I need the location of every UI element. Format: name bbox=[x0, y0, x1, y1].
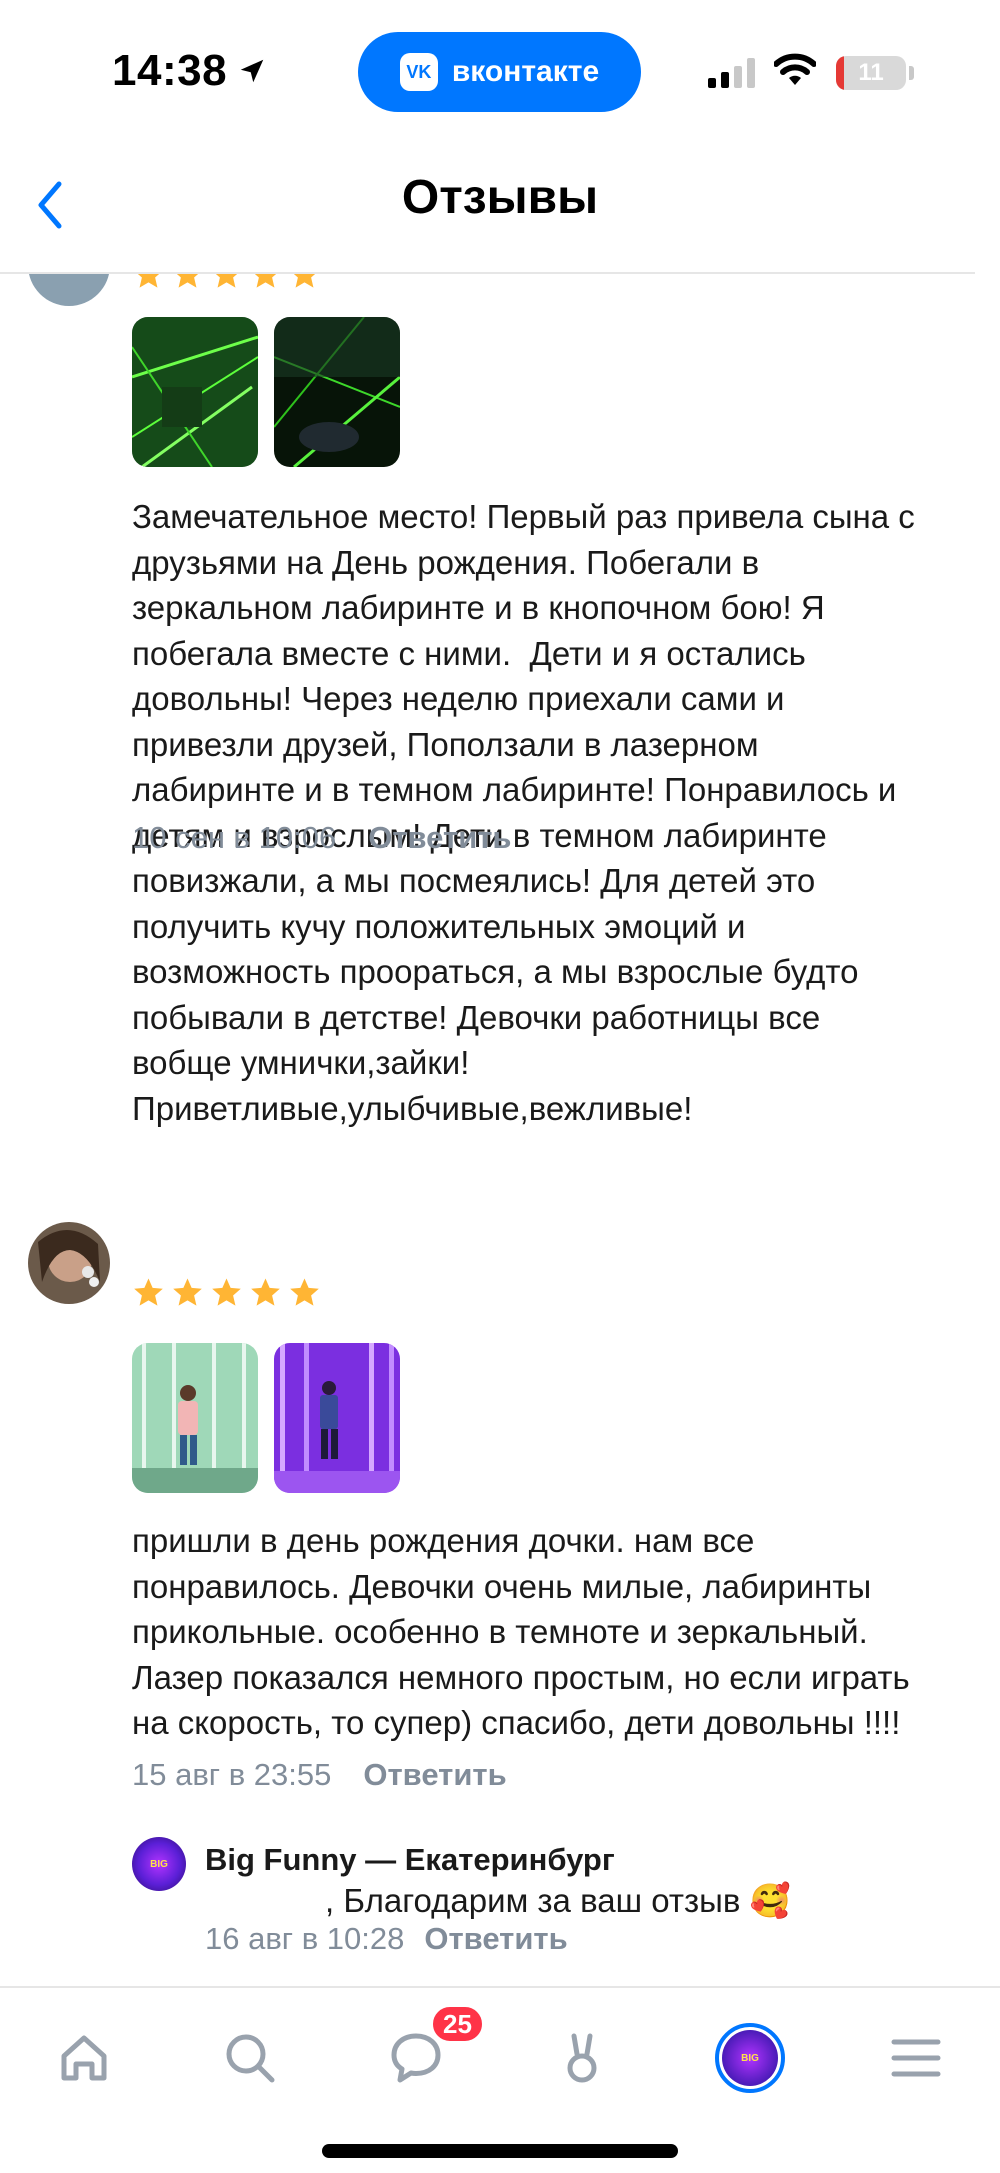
location-arrow-icon bbox=[240, 59, 264, 83]
tab-home[interactable] bbox=[34, 2008, 134, 2108]
battery-tip bbox=[909, 66, 914, 80]
avatar-image bbox=[28, 1222, 110, 1304]
review-date: 10 сен в 10:06 bbox=[132, 820, 337, 855]
review-photo[interactable] bbox=[274, 317, 400, 467]
vk-app-pill[interactable]: VK вконтакте bbox=[358, 32, 641, 112]
rating-stars bbox=[132, 274, 321, 291]
status-time-text: 14:38 bbox=[112, 46, 228, 95]
reply-button[interactable]: Ответить bbox=[363, 1757, 506, 1793]
services-icon bbox=[567, 2033, 597, 2083]
reply-date: 16 авг в 10:28 bbox=[205, 1921, 405, 1956]
reply-button[interactable]: Ответить bbox=[368, 820, 511, 856]
wifi-icon bbox=[774, 53, 816, 85]
home-icon bbox=[61, 2035, 107, 2081]
status-time: 14:38 bbox=[112, 46, 267, 96]
messages-badge: 25 bbox=[430, 2004, 485, 2044]
review-meta: 10 сен в 10:06 Ответить bbox=[132, 820, 512, 856]
star-icon bbox=[212, 1278, 241, 1306]
vk-app-label: вконтакте bbox=[451, 55, 600, 88]
search-icon bbox=[226, 2034, 275, 2083]
reply-button[interactable]: Ответить bbox=[424, 1921, 567, 1957]
star-icon bbox=[251, 1278, 280, 1306]
mirror-maze-photo-image bbox=[132, 1343, 258, 1493]
battery-level-fill bbox=[836, 56, 844, 90]
review-photo[interactable] bbox=[274, 1343, 400, 1493]
star-icon bbox=[173, 1278, 202, 1306]
battery-icon: 11 bbox=[836, 56, 906, 90]
tab-menu[interactable] bbox=[866, 2008, 966, 2108]
star-icon bbox=[293, 274, 316, 288]
star-icon bbox=[215, 274, 238, 288]
menu-icon bbox=[891, 2039, 941, 2077]
tab-search[interactable] bbox=[200, 2008, 300, 2108]
page-title: Отзывы bbox=[401, 171, 599, 224]
review-meta: 15 авг в 23:55 Ответить bbox=[132, 1757, 507, 1793]
tab-services[interactable] bbox=[532, 2008, 632, 2108]
avatar[interactable] bbox=[28, 1222, 110, 1304]
star-icon bbox=[134, 1278, 163, 1306]
profile-avatar: BIG bbox=[722, 2030, 778, 2086]
review-text: Замечательное место! Первый раз привела … bbox=[132, 498, 915, 1127]
status-bar: 14:38 VK вконтакте 11 bbox=[0, 0, 1000, 140]
battery-percent: 11 bbox=[858, 59, 884, 86]
review-date: 15 авг в 23:55 bbox=[132, 1757, 332, 1792]
reply-meta: 16 авг в 10:28 Ответить bbox=[205, 1921, 568, 1957]
reply-text: , Благодарим за ваш отзыв 🥰 bbox=[325, 1882, 791, 1919]
reply-author[interactable]: Big Funny — Екатеринбург bbox=[205, 1842, 615, 1878]
rating-stars bbox=[132, 1276, 321, 1309]
nav-header: Отзывы bbox=[0, 140, 1000, 272]
review-text: пришли в день рождения дочки. нам все по… bbox=[132, 1522, 910, 1741]
star-icon bbox=[254, 274, 277, 288]
vk-logo-icon: VK bbox=[399, 53, 438, 91]
avatar[interactable] bbox=[28, 274, 110, 306]
home-indicator[interactable] bbox=[322, 2144, 678, 2158]
laser-photo-image bbox=[132, 317, 258, 467]
laser-photo-image bbox=[274, 317, 400, 467]
business-avatar[interactable]: BIG bbox=[132, 1837, 186, 1891]
star-icon bbox=[290, 1278, 319, 1306]
star-icon bbox=[176, 274, 199, 288]
cellular-signal-icon bbox=[708, 58, 755, 88]
star-icon bbox=[137, 274, 160, 288]
reviews-list[interactable]: Замечательное место! Первый раз привела … bbox=[0, 274, 1000, 1986]
tab-profile[interactable]: BIG bbox=[700, 2008, 800, 2108]
review-photo[interactable] bbox=[132, 317, 258, 467]
profile-icon: BIG bbox=[715, 2023, 785, 2093]
review-photo[interactable] bbox=[132, 1343, 258, 1493]
mirror-maze-photo-image bbox=[274, 1343, 400, 1493]
